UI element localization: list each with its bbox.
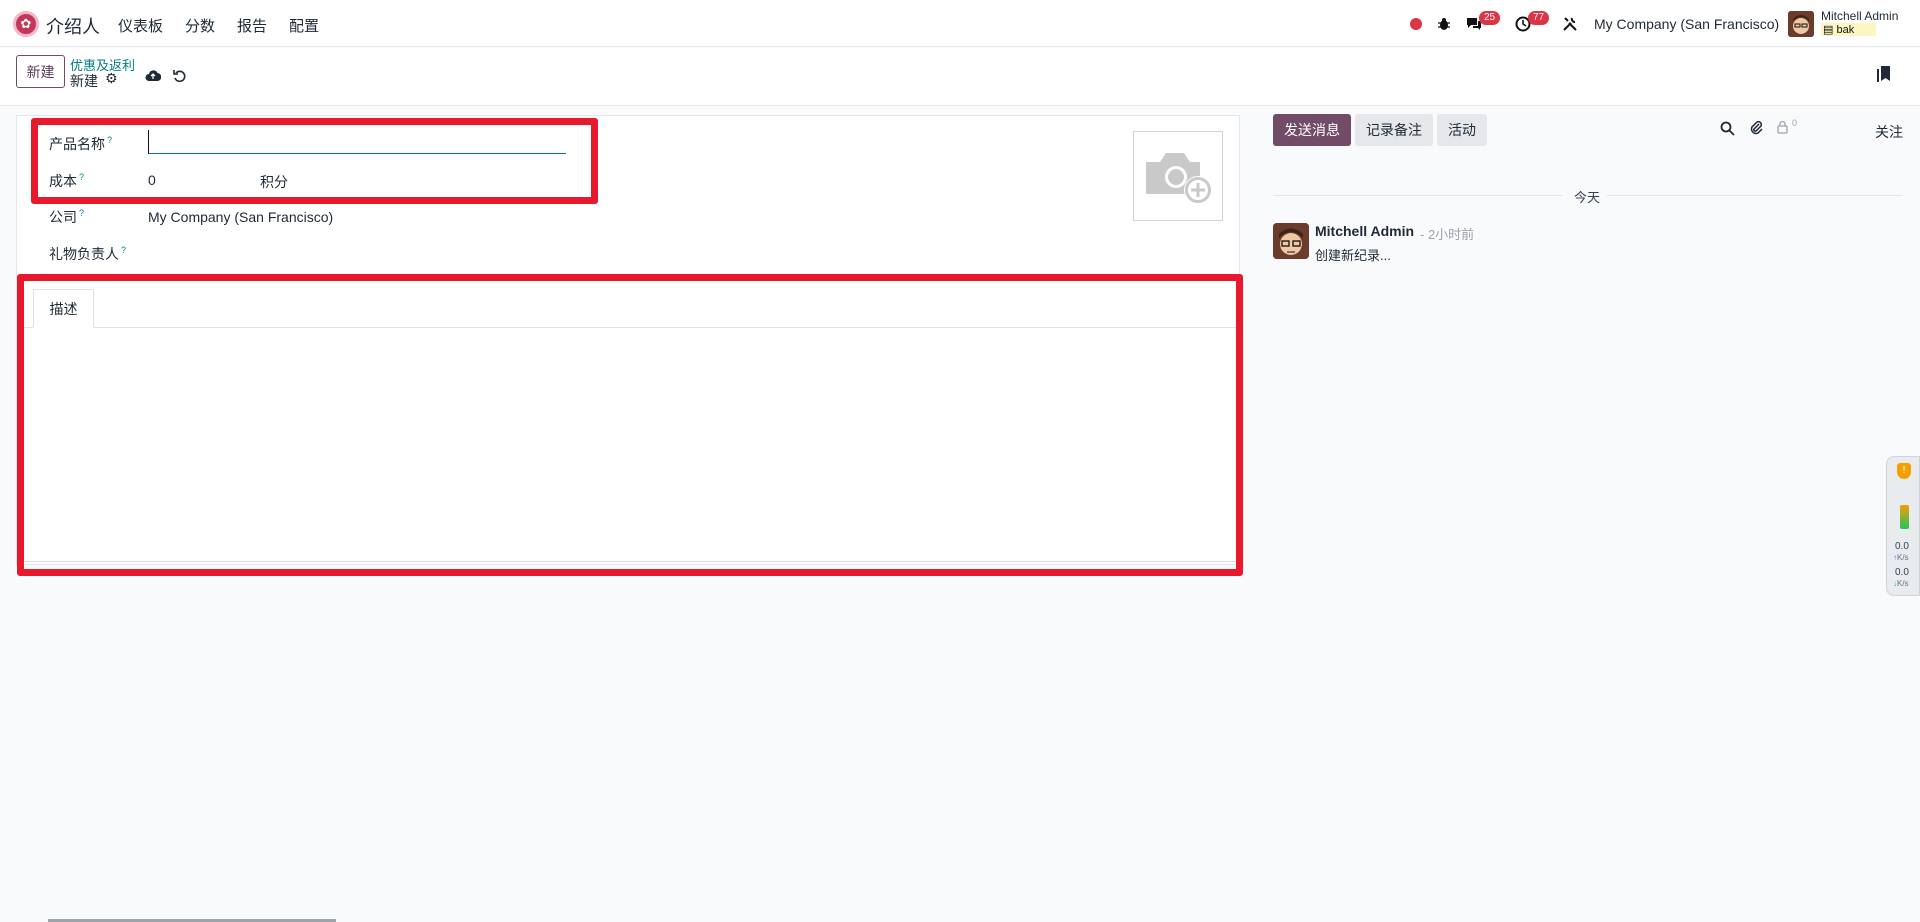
tools-icon[interactable] — [1562, 0, 1578, 47]
company-label-text: 公司 — [49, 209, 77, 225]
log-note-button[interactable]: 记录备注 — [1355, 114, 1433, 146]
app-name[interactable]: 介绍人 — [46, 13, 100, 39]
followers-count: 0 — [1792, 118, 1798, 128]
help-mark[interactable]: ? — [121, 245, 126, 255]
upload-speed: 0.0 — [1895, 541, 1909, 552]
network-speed-widget[interactable]: ! 0.0 ↑K/s 0.0 ↓K/s — [1886, 456, 1920, 596]
message-author-avatar[interactable] — [1273, 223, 1309, 259]
shield-icon: ! — [1897, 463, 1911, 479]
date-separator-left — [1273, 195, 1563, 196]
followers-icon[interactable] — [1777, 120, 1788, 137]
app-logo-icon[interactable]: ✿ — [13, 11, 39, 37]
top-navbar: ✿ 介绍人 仪表板 分数 报告 配置 25 77 My Company (San… — [0, 0, 1920, 47]
bookmark-icon[interactable] — [1877, 65, 1891, 88]
message-author[interactable]: Mitchell Admin — [1315, 223, 1414, 239]
database-name: ▤ bak — [1821, 23, 1877, 36]
gift-manager-label: 礼物负责人? — [49, 244, 126, 264]
breadcrumb-current: 新建 — [70, 73, 98, 89]
record-dot-icon[interactable] — [1410, 0, 1422, 47]
download-speed: 0.0 — [1895, 567, 1909, 578]
discard-undo-icon[interactable] — [173, 69, 187, 87]
control-panel: 新建 优惠及返利 新建 ⚙ — [0, 48, 1920, 106]
gauge-icon — [1900, 505, 1909, 529]
menu-item-config[interactable]: 配置 — [289, 15, 319, 36]
search-icon[interactable] — [1720, 121, 1735, 140]
new-button[interactable]: 新建 — [16, 55, 65, 88]
download-unit-text: K/s — [1897, 579, 1909, 588]
messages-count-badge: 25 — [1479, 11, 1501, 25]
date-separator-right — [1607, 195, 1903, 196]
upload-unit-text: K/s — [1897, 553, 1909, 562]
user-avatar[interactable] — [1788, 11, 1814, 37]
company-field[interactable]: My Company (San Francisco) — [148, 209, 333, 225]
messages-icon[interactable] — [1465, 0, 1483, 47]
highlight-box-description — [17, 274, 1243, 576]
company-label: 公司? — [49, 207, 84, 227]
download-unit: ↓K/s — [1893, 579, 1909, 588]
debug-bug-icon[interactable] — [1437, 0, 1451, 47]
menu-item-dashboard[interactable]: 仪表板 — [118, 15, 163, 36]
gift-manager-label-text: 礼物负责人 — [49, 246, 119, 262]
image-upload[interactable] — [1133, 131, 1223, 221]
follow-button[interactable]: 关注 — [1875, 122, 1903, 142]
send-message-button[interactable]: 发送消息 — [1273, 114, 1351, 146]
menu-item-reports[interactable]: 报告 — [237, 15, 267, 36]
date-separator-label: 今天 — [1574, 190, 1601, 205]
cloud-save-icon[interactable] — [145, 69, 162, 85]
help-mark[interactable]: ? — [79, 208, 84, 218]
activities-count-badge: 77 — [1528, 11, 1550, 25]
paperclip-icon[interactable] — [1749, 120, 1764, 139]
upload-unit: ↑K/s — [1893, 553, 1909, 562]
menu-item-points[interactable]: 分数 — [185, 15, 215, 36]
main-menu: 仪表板 分数 报告 配置 — [118, 15, 341, 36]
database-label: bak — [1836, 24, 1855, 36]
camera-add-icon — [1146, 153, 1212, 204]
user-name[interactable]: Mitchell Admin — [1821, 9, 1898, 23]
activity-button[interactable]: 活动 — [1437, 114, 1487, 146]
activities-clock-icon[interactable] — [1515, 0, 1531, 47]
gear-icon[interactable]: ⚙ — [105, 70, 118, 87]
message-body: 创建新纪录... — [1315, 248, 1391, 263]
highlight-box-fields — [31, 118, 598, 204]
company-switcher[interactable]: My Company (San Francisco) — [1594, 0, 1779, 47]
message-time: - 2小时前 — [1420, 227, 1475, 242]
